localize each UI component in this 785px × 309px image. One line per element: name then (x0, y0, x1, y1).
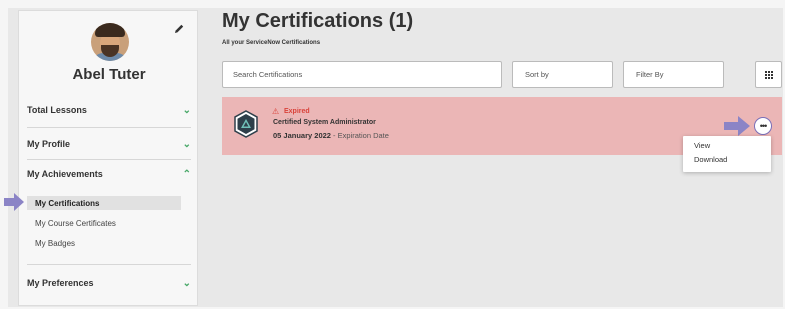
status-badge: Expired (284, 108, 310, 115)
menu-label: My Preferences (27, 278, 94, 288)
expiration-date: 05 January 2022 (273, 131, 331, 140)
divider (27, 159, 191, 160)
grid-view-button[interactable] (755, 61, 782, 88)
grid-icon (764, 70, 773, 79)
chevron-down-icon: ⌄ (182, 138, 191, 150)
menu-label: Total Lessons (27, 105, 87, 115)
divider (27, 127, 191, 128)
chevron-down-icon: ⌄ (182, 104, 191, 116)
options-menu: View Download (683, 136, 771, 172)
search-input[interactable]: Search Certifications (222, 61, 502, 88)
menu-item-download[interactable]: Download (694, 155, 727, 164)
search-placeholder: Search Certifications (233, 70, 303, 79)
certification-badge-icon (234, 110, 258, 138)
menu-my-achievements[interactable]: My Achievements ⌃ (27, 163, 191, 185)
filter-label: Filter By (636, 70, 664, 79)
sort-label: Sort by (525, 70, 549, 79)
certification-expiration: 05 January 2022 - Expiration Date (273, 131, 389, 140)
warning-icon: ⚠ (272, 107, 280, 116)
sort-dropdown[interactable]: Sort by (512, 61, 613, 88)
filter-dropdown[interactable]: Filter By (623, 61, 724, 88)
avatar[interactable] (91, 23, 129, 61)
certification-name: Certified System Administrator (273, 119, 376, 126)
chevron-up-icon: ⌃ (182, 168, 191, 180)
pointer-arrow-icon (4, 193, 24, 211)
sidebar-item-my-badges[interactable]: My Badges (27, 236, 181, 250)
sidebar: Abel Tuter Total Lessons ⌄ My Profile ⌄ … (18, 10, 198, 306)
divider (27, 264, 191, 265)
menu-label: My Achievements (27, 169, 103, 179)
ellipsis-icon: ••• (759, 120, 768, 131)
page-subtitle: All your ServiceNow Certifications (222, 40, 321, 46)
menu-item-view[interactable]: View (694, 141, 710, 150)
menu-total-lessons[interactable]: Total Lessons ⌄ (27, 99, 191, 121)
more-options-button[interactable]: ••• (754, 117, 772, 135)
pointer-arrow-icon (724, 116, 750, 136)
expiration-label: - Expiration Date (330, 131, 389, 140)
pencil-icon[interactable] (171, 23, 187, 39)
menu-my-profile[interactable]: My Profile ⌄ (27, 133, 191, 155)
menu-label: My Profile (27, 139, 71, 149)
menu-my-preferences[interactable]: My Preferences ⌄ (27, 272, 191, 294)
page-title: My Certifications (1) (222, 10, 414, 32)
chevron-down-icon: ⌄ (182, 277, 191, 289)
sidebar-item-my-certifications[interactable]: My Certifications (27, 196, 181, 210)
user-name: Abel Tuter (72, 66, 146, 83)
sidebar-item-my-course-certificates[interactable]: My Course Certificates (27, 216, 181, 230)
